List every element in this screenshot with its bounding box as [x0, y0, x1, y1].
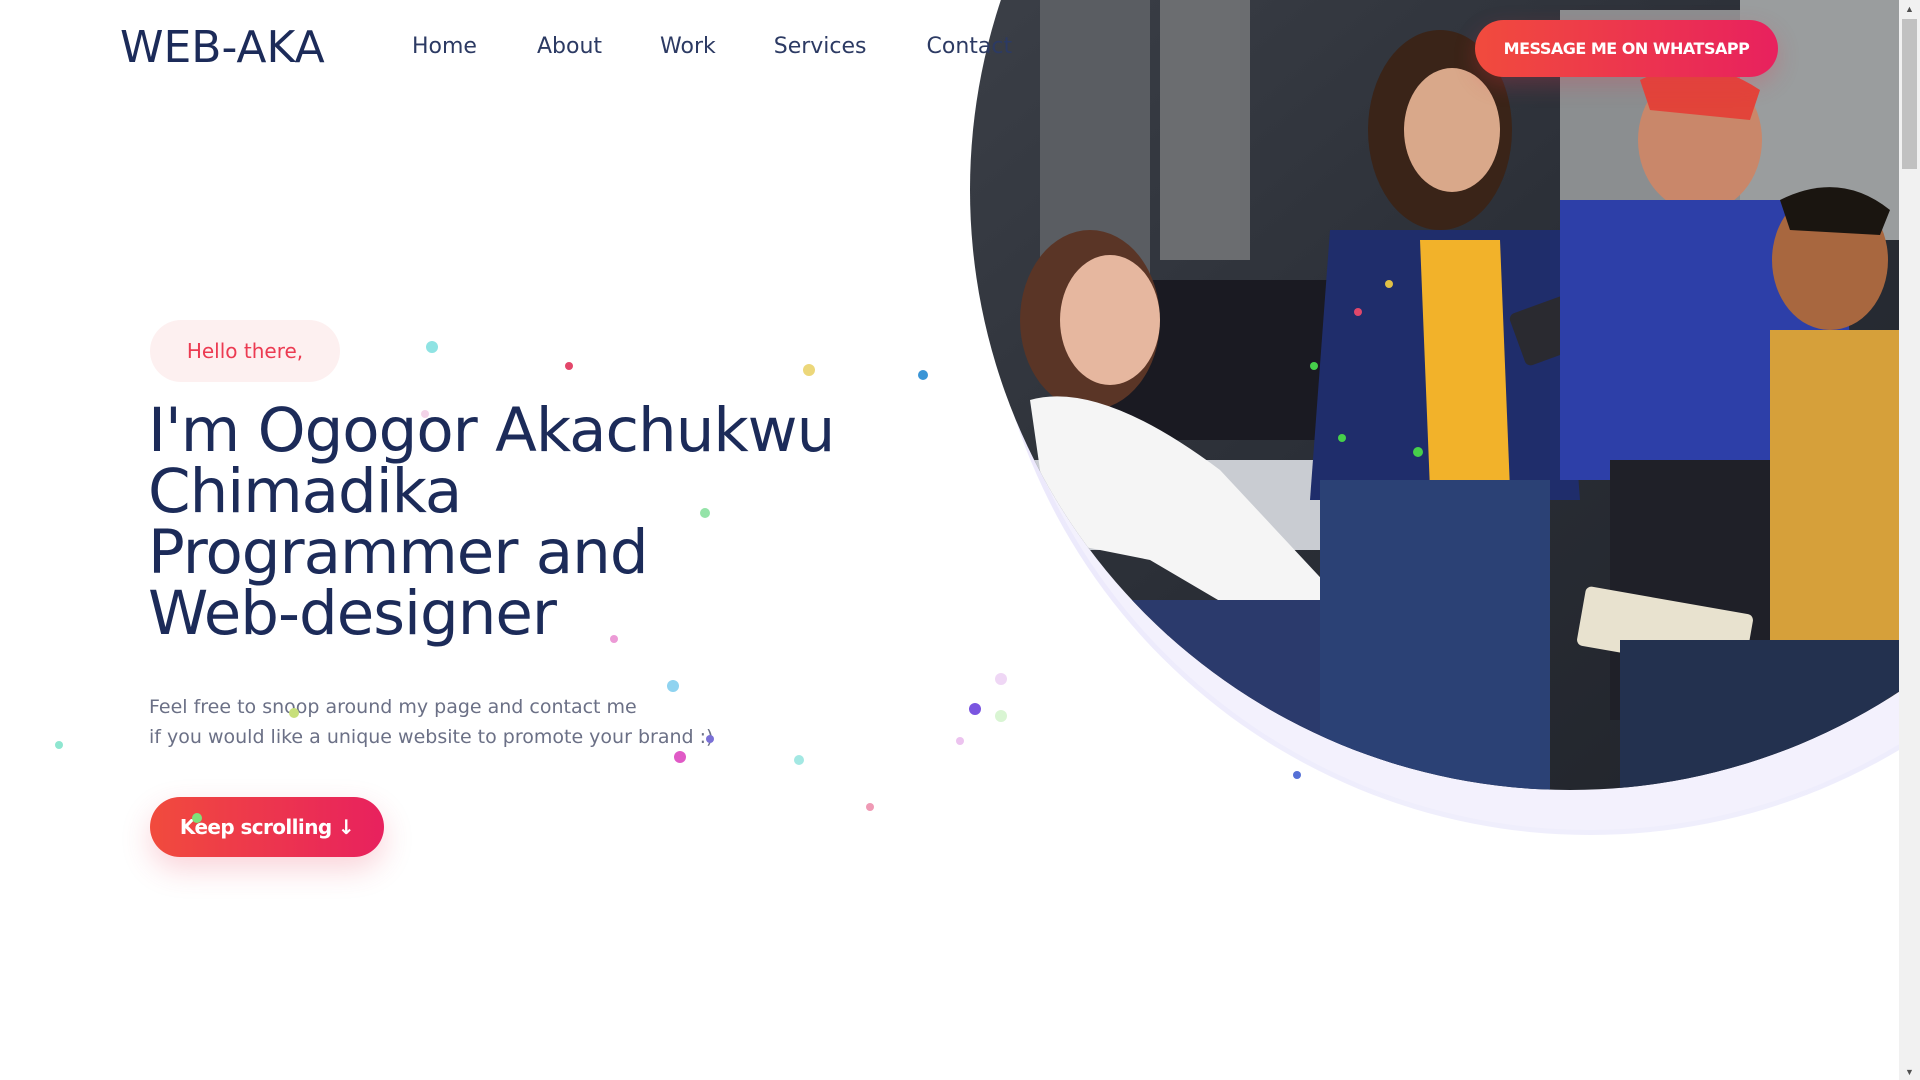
nav-contact-link[interactable]: Contact: [927, 34, 1013, 59]
nav-work-link[interactable]: Work: [660, 34, 716, 59]
headline-line: Web-designer: [148, 578, 557, 649]
main-nav: Home About Work Services Contact: [412, 34, 1072, 59]
keep-scrolling-button[interactable]: Keep scrolling ↓: [150, 797, 384, 857]
vertical-scrollbar[interactable]: ▲ ▼: [1899, 0, 1920, 1080]
whatsapp-button[interactable]: MESSAGE ME ON WHATSAPP: [1475, 20, 1778, 77]
headline-line: Programmer and: [148, 517, 649, 588]
scrollbar-thumb[interactable]: [1902, 19, 1917, 169]
hero-headline: I'm Ogogor Akachukwu Chimadika Programme…: [148, 400, 908, 644]
headline-line: Chimadika: [148, 456, 462, 527]
intro-line: if you would like a unique website to pr…: [149, 726, 714, 748]
scroll-down-icon[interactable]: ▼: [1899, 1063, 1920, 1080]
scroll-up-icon[interactable]: ▲: [1899, 0, 1920, 17]
nav-about-link[interactable]: About: [537, 34, 602, 59]
site-logo[interactable]: WEB-AKA: [120, 22, 325, 73]
nav-home-link[interactable]: Home: [412, 34, 477, 59]
greeting-badge: Hello there,: [150, 320, 340, 382]
nav-services-link[interactable]: Services: [774, 34, 867, 59]
headline-line: I'm Ogogor Akachukwu: [148, 395, 835, 466]
hero-intro: Feel free to snoop around my page and co…: [149, 692, 809, 752]
intro-line: Feel free to snoop around my page and co…: [149, 696, 637, 718]
